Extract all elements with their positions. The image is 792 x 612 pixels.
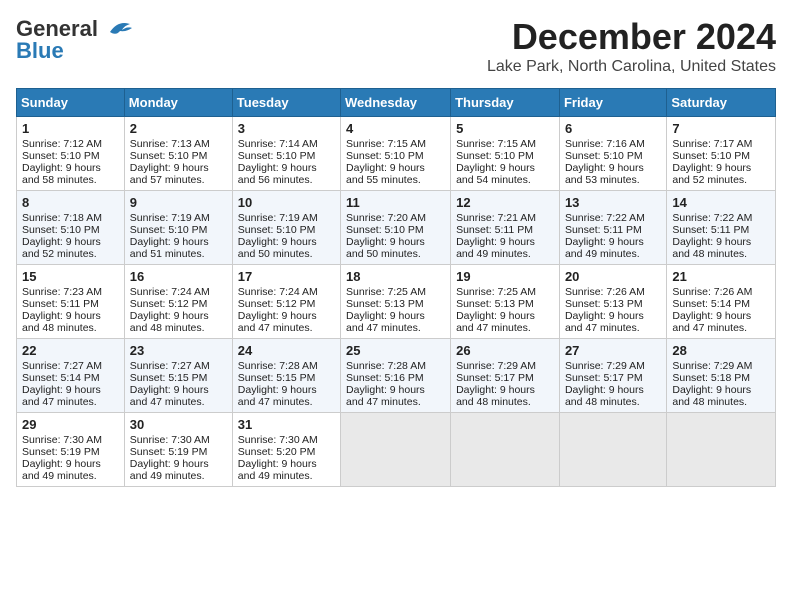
- day-number: 29: [22, 417, 119, 432]
- calendar-day: 30Sunrise: 7:30 AMSunset: 5:19 PMDayligh…: [124, 413, 232, 487]
- calendar-week-row: 8Sunrise: 7:18 AMSunset: 5:10 PMDaylight…: [17, 191, 776, 265]
- col-sunday: Sunday: [17, 89, 125, 117]
- day-number: 16: [130, 269, 227, 284]
- calendar-day: 23Sunrise: 7:27 AMSunset: 5:15 PMDayligh…: [124, 339, 232, 413]
- calendar-day: 9Sunrise: 7:19 AMSunset: 5:10 PMDaylight…: [124, 191, 232, 265]
- day-number: 24: [238, 343, 335, 358]
- page-subtitle: Lake Park, North Carolina, United States: [487, 58, 776, 76]
- logo: General Blue: [16, 16, 134, 64]
- calendar-header-row: Sunday Monday Tuesday Wednesday Thursday…: [17, 89, 776, 117]
- day-number: 15: [22, 269, 119, 284]
- calendar-day: 20Sunrise: 7:26 AMSunset: 5:13 PMDayligh…: [559, 265, 666, 339]
- logo-blue: Blue: [16, 38, 64, 64]
- calendar-day: 24Sunrise: 7:28 AMSunset: 5:15 PMDayligh…: [232, 339, 340, 413]
- day-number: 21: [672, 269, 770, 284]
- day-number: 28: [672, 343, 770, 358]
- calendar-day: 5Sunrise: 7:15 AMSunset: 5:10 PMDaylight…: [451, 117, 560, 191]
- calendar-day: 28Sunrise: 7:29 AMSunset: 5:18 PMDayligh…: [667, 339, 776, 413]
- day-number: 10: [238, 195, 335, 210]
- day-number: 5: [456, 121, 554, 136]
- calendar-day: 16Sunrise: 7:24 AMSunset: 5:12 PMDayligh…: [124, 265, 232, 339]
- day-number: 4: [346, 121, 445, 136]
- calendar-day: 19Sunrise: 7:25 AMSunset: 5:13 PMDayligh…: [451, 265, 560, 339]
- col-tuesday: Tuesday: [232, 89, 340, 117]
- day-number: 14: [672, 195, 770, 210]
- calendar-day: 26Sunrise: 7:29 AMSunset: 5:17 PMDayligh…: [451, 339, 560, 413]
- day-number: 18: [346, 269, 445, 284]
- calendar-week-row: 22Sunrise: 7:27 AMSunset: 5:14 PMDayligh…: [17, 339, 776, 413]
- day-number: 2: [130, 121, 227, 136]
- day-number: 12: [456, 195, 554, 210]
- empty-cell: [451, 413, 560, 487]
- col-friday: Friday: [559, 89, 666, 117]
- col-saturday: Saturday: [667, 89, 776, 117]
- col-thursday: Thursday: [451, 89, 560, 117]
- calendar-day: 7Sunrise: 7:17 AMSunset: 5:10 PMDaylight…: [667, 117, 776, 191]
- day-number: 9: [130, 195, 227, 210]
- calendar-day: 15Sunrise: 7:23 AMSunset: 5:11 PMDayligh…: [17, 265, 125, 339]
- calendar-day: 21Sunrise: 7:26 AMSunset: 5:14 PMDayligh…: [667, 265, 776, 339]
- calendar-body: 1Sunrise: 7:12 AMSunset: 5:10 PMDaylight…: [17, 117, 776, 487]
- empty-cell: [667, 413, 776, 487]
- day-number: 13: [565, 195, 661, 210]
- calendar-table: Sunday Monday Tuesday Wednesday Thursday…: [16, 88, 776, 487]
- logo-bird-icon: [102, 18, 134, 40]
- day-number: 11: [346, 195, 445, 210]
- calendar-day: 3Sunrise: 7:14 AMSunset: 5:10 PMDaylight…: [232, 117, 340, 191]
- calendar-day: 31Sunrise: 7:30 AMSunset: 5:20 PMDayligh…: [232, 413, 340, 487]
- day-number: 6: [565, 121, 661, 136]
- calendar-day: 22Sunrise: 7:27 AMSunset: 5:14 PMDayligh…: [17, 339, 125, 413]
- calendar-day: 4Sunrise: 7:15 AMSunset: 5:10 PMDaylight…: [341, 117, 451, 191]
- calendar-week-row: 29Sunrise: 7:30 AMSunset: 5:19 PMDayligh…: [17, 413, 776, 487]
- day-number: 27: [565, 343, 661, 358]
- calendar-day: 27Sunrise: 7:29 AMSunset: 5:17 PMDayligh…: [559, 339, 666, 413]
- page-title: December 2024: [487, 16, 776, 58]
- day-number: 31: [238, 417, 335, 432]
- day-number: 1: [22, 121, 119, 136]
- calendar-week-row: 15Sunrise: 7:23 AMSunset: 5:11 PMDayligh…: [17, 265, 776, 339]
- page-header: General Blue December 2024 Lake Park, No…: [16, 16, 776, 76]
- calendar-day: 12Sunrise: 7:21 AMSunset: 5:11 PMDayligh…: [451, 191, 560, 265]
- empty-cell: [559, 413, 666, 487]
- calendar-day: 17Sunrise: 7:24 AMSunset: 5:12 PMDayligh…: [232, 265, 340, 339]
- day-number: 26: [456, 343, 554, 358]
- day-number: 25: [346, 343, 445, 358]
- day-number: 8: [22, 195, 119, 210]
- calendar-week-row: 1Sunrise: 7:12 AMSunset: 5:10 PMDaylight…: [17, 117, 776, 191]
- calendar-day: 25Sunrise: 7:28 AMSunset: 5:16 PMDayligh…: [341, 339, 451, 413]
- day-number: 20: [565, 269, 661, 284]
- calendar-day: 29Sunrise: 7:30 AMSunset: 5:19 PMDayligh…: [17, 413, 125, 487]
- calendar-day: 11Sunrise: 7:20 AMSunset: 5:10 PMDayligh…: [341, 191, 451, 265]
- calendar-day: 2Sunrise: 7:13 AMSunset: 5:10 PMDaylight…: [124, 117, 232, 191]
- day-number: 3: [238, 121, 335, 136]
- calendar-day: 1Sunrise: 7:12 AMSunset: 5:10 PMDaylight…: [17, 117, 125, 191]
- col-wednesday: Wednesday: [341, 89, 451, 117]
- col-monday: Monday: [124, 89, 232, 117]
- title-block: December 2024 Lake Park, North Carolina,…: [487, 16, 776, 76]
- day-number: 7: [672, 121, 770, 136]
- calendar-day: 6Sunrise: 7:16 AMSunset: 5:10 PMDaylight…: [559, 117, 666, 191]
- day-number: 30: [130, 417, 227, 432]
- day-number: 22: [22, 343, 119, 358]
- calendar-day: 10Sunrise: 7:19 AMSunset: 5:10 PMDayligh…: [232, 191, 340, 265]
- day-number: 17: [238, 269, 335, 284]
- calendar-day: 8Sunrise: 7:18 AMSunset: 5:10 PMDaylight…: [17, 191, 125, 265]
- empty-cell: [341, 413, 451, 487]
- calendar-day: 13Sunrise: 7:22 AMSunset: 5:11 PMDayligh…: [559, 191, 666, 265]
- day-number: 19: [456, 269, 554, 284]
- day-number: 23: [130, 343, 227, 358]
- calendar-day: 14Sunrise: 7:22 AMSunset: 5:11 PMDayligh…: [667, 191, 776, 265]
- calendar-day: 18Sunrise: 7:25 AMSunset: 5:13 PMDayligh…: [341, 265, 451, 339]
